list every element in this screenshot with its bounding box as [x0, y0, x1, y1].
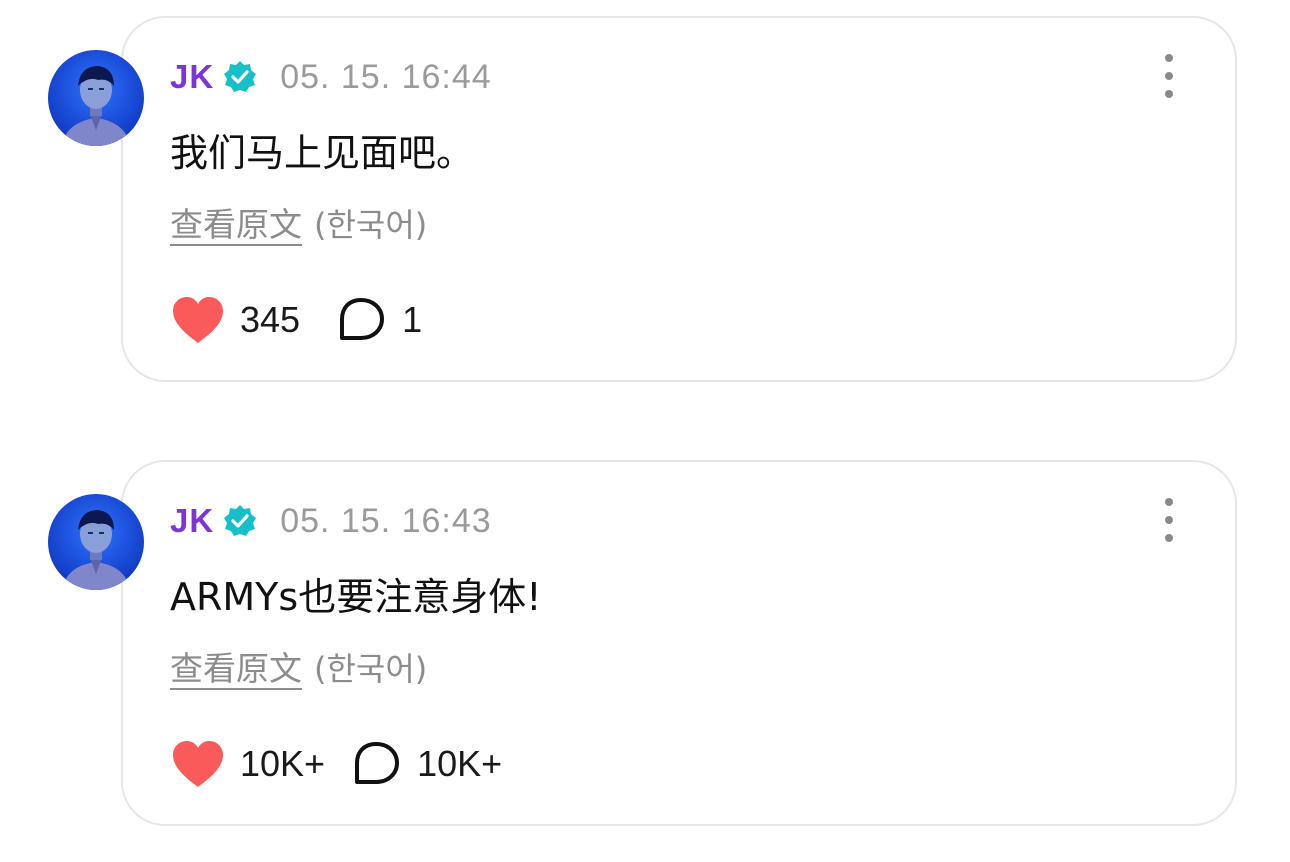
post-text: ARMYs也要注意身体! [170, 575, 542, 619]
avatar[interactable] [48, 494, 144, 590]
more-options-icon[interactable] [1152, 498, 1186, 542]
post-actions: 345 1 [170, 292, 422, 348]
post-item: JK 05. 15. 16:44 我们马上见面吧。 查看原文 (한국어) 345… [0, 14, 1290, 386]
post-text: 我们马上见面吧。 [170, 131, 475, 175]
heart-icon[interactable] [170, 739, 226, 789]
see-original-link[interactable]: 查看原文 [170, 642, 302, 690]
author-name[interactable]: JK [170, 58, 214, 96]
post-timestamp: 05. 15. 16:43 [280, 501, 492, 540]
original-language-label: (한국어) [314, 650, 428, 688]
author-name[interactable]: JK [170, 502, 214, 540]
post-actions: 10K+ 10K+ [170, 736, 502, 792]
post-timestamp: 05. 15. 16:44 [280, 57, 492, 96]
avatar[interactable] [48, 50, 144, 146]
like-count: 345 [240, 299, 301, 340]
verified-badge-icon [222, 59, 258, 95]
see-original-link[interactable]: 查看原文 [170, 198, 302, 246]
heart-icon[interactable] [170, 295, 226, 345]
verified-badge-icon [222, 503, 258, 539]
original-language-label: (한국어) [314, 206, 428, 244]
translation-row: 查看原文 (한국어) [170, 198, 427, 246]
post-feed: JK 05. 15. 16:44 我们马上见面吧。 查看原文 (한국어) 345… [0, 0, 1290, 862]
comment-icon[interactable] [336, 296, 386, 344]
comment-icon[interactable] [351, 740, 401, 788]
comment-count: 1 [402, 299, 423, 340]
comment-count: 10K+ [417, 743, 503, 784]
translation-row: 查看原文 (한국어) [170, 642, 427, 690]
post-header: JK 05. 15. 16:44 [170, 52, 492, 102]
like-count: 10K+ [240, 743, 326, 784]
post-item: JK 05. 15. 16:43 ARMYs也要注意身体! 查看原文 (한국어) [0, 458, 1290, 830]
more-options-icon[interactable] [1152, 54, 1186, 98]
post-header: JK 05. 15. 16:43 [170, 496, 492, 546]
